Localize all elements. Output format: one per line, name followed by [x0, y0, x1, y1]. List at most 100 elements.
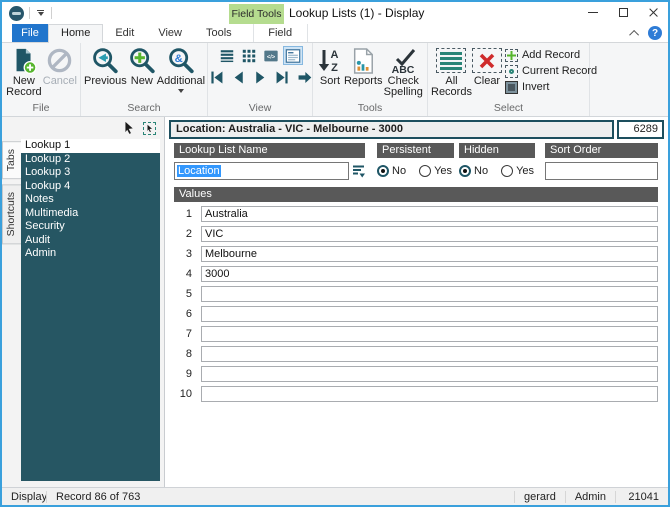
new-search-icon [127, 45, 157, 76]
value-input-6[interactable] [201, 306, 658, 322]
grid-view-icon [242, 49, 256, 62]
add-record-select-button[interactable]: Add Record [504, 47, 597, 63]
close-button[interactable] [638, 2, 668, 23]
form-view-button[interactable] [283, 46, 303, 65]
previous-record-icon [234, 71, 243, 84]
persistent-yes-radio[interactable]: Yes [419, 165, 452, 177]
persistent-no-radio[interactable]: No [377, 165, 406, 177]
radio-checked-icon [377, 165, 389, 177]
check-spelling-label: Check Spelling [383, 75, 423, 98]
value-input-10[interactable] [201, 386, 658, 402]
tab-tools[interactable]: Tools [194, 24, 244, 42]
value-input-3[interactable] [201, 246, 658, 262]
value-row: 1 [174, 206, 658, 222]
tab-field[interactable]: Field [252, 24, 308, 42]
list-view-button[interactable] [217, 46, 237, 65]
app-logo-icon[interactable] [9, 5, 24, 21]
collapse-ribbon-icon[interactable] [629, 29, 640, 40]
autocomplete-icon[interactable] [352, 164, 365, 178]
first-record-button[interactable] [206, 68, 226, 87]
code-view-button[interactable]: </> [261, 46, 281, 65]
vertical-tab-tabs[interactable]: Tabs [2, 141, 21, 180]
all-records-button[interactable]: All Records [431, 44, 472, 98]
value-input-8[interactable] [201, 346, 658, 362]
goto-record-icon [298, 71, 311, 84]
pointer-tool-icon[interactable] [123, 121, 136, 135]
new-record-button[interactable]: New Record [5, 44, 43, 98]
sidebar-item-security[interactable]: Security [21, 220, 160, 234]
tab-edit[interactable]: Edit [103, 24, 146, 42]
vertical-tab-shortcuts[interactable]: Shortcuts [2, 184, 21, 245]
divider [29, 7, 30, 19]
value-input-4[interactable] [201, 266, 658, 282]
grid-view-button[interactable] [239, 46, 259, 65]
value-row: 7 [174, 326, 658, 342]
value-row: 4 [174, 266, 658, 282]
value-input-1[interactable] [201, 206, 658, 222]
group-label-select: Select [493, 102, 524, 114]
record-header: Location: Australia - VIC - Melbourne - … [169, 120, 614, 139]
value-row-number: 5 [185, 288, 192, 300]
radio-checked-icon [459, 165, 471, 177]
hidden-header: Hidden [459, 143, 535, 158]
tab-view[interactable]: View [146, 24, 194, 42]
additional-search-button[interactable]: & Additional [157, 44, 205, 93]
help-icon[interactable]: ? [648, 26, 662, 40]
select-region-tool-icon[interactable] [143, 121, 156, 135]
invert-selection-button[interactable]: Invert [504, 79, 597, 95]
sidebar-item-lookup-4[interactable]: Lookup 4 [21, 180, 160, 194]
lookup-list-name-input[interactable]: Location [174, 162, 349, 180]
status-record-info: Record 86 of 763 [56, 490, 141, 503]
invert-selection-icon [504, 80, 518, 94]
current-record-select-button[interactable]: Current Record [504, 63, 597, 79]
sort-button[interactable]: AZ Sort [316, 44, 344, 87]
quick-access-customize-icon[interactable] [35, 8, 46, 19]
dropdown-caret-icon [177, 89, 184, 93]
tab-home[interactable]: Home [48, 24, 104, 43]
minimize-button[interactable] [578, 2, 608, 23]
sidebar-item-audit[interactable]: Audit [21, 234, 160, 248]
maximize-button[interactable] [608, 2, 638, 23]
new-record-label: New Record [6, 75, 42, 98]
value-input-9[interactable] [201, 366, 658, 382]
sidebar-item-lookup-3[interactable]: Lookup 3 [21, 166, 160, 180]
maximize-icon [618, 8, 628, 17]
cancel-label: Cancel [42, 75, 77, 87]
svg-text:&: & [175, 52, 183, 64]
previous-record-button[interactable] [228, 68, 248, 87]
value-input-2[interactable] [201, 226, 658, 242]
next-record-button[interactable] [250, 68, 270, 87]
additional-search-label: Additional [156, 75, 206, 87]
check-spelling-icon: ABC [388, 45, 418, 76]
status-user: gerard [524, 490, 556, 503]
last-record-icon [276, 71, 288, 84]
reports-button[interactable]: Reports [344, 44, 382, 87]
hidden-yes-radio[interactable]: Yes [501, 165, 534, 177]
value-row: 6 [174, 306, 658, 322]
clear-selection-button[interactable]: Clear [471, 44, 502, 87]
sidebar-tab-list: Lookup 1 Lookup 2 Lookup 3 Lookup 4 Note… [21, 139, 160, 481]
value-input-7[interactable] [201, 326, 658, 342]
sidebar-item-multimedia[interactable]: Multimedia [21, 207, 160, 221]
new-search-button[interactable]: New [127, 44, 157, 87]
previous-search-button[interactable]: Previous [84, 44, 127, 87]
tab-file[interactable]: File [12, 24, 48, 42]
sidebar-item-admin[interactable]: Admin [21, 247, 160, 261]
sort-icon: AZ [317, 45, 343, 76]
sidebar-item-notes[interactable]: Notes [21, 193, 160, 207]
check-spelling-button[interactable]: ABC Check Spelling [382, 44, 424, 98]
goto-record-button[interactable] [294, 68, 314, 87]
sort-order-input[interactable] [545, 162, 658, 180]
hidden-no-radio[interactable]: No [459, 165, 488, 177]
last-record-button[interactable] [272, 68, 292, 87]
lookup-list-name-header: Lookup List Name [174, 143, 365, 158]
sidebar-item-lookup-1[interactable]: Lookup 1 [21, 139, 160, 153]
svg-text:A: A [330, 49, 338, 61]
group-label-file: File [32, 102, 50, 114]
cancel-button[interactable]: Cancel [43, 44, 77, 87]
ribbon-tab-row: File Home Edit View Tools Field ? [2, 24, 668, 43]
value-input-5[interactable] [201, 286, 658, 302]
sidebar-item-lookup-2[interactable]: Lookup 2 [21, 153, 160, 167]
group-label-search: Search [127, 102, 161, 114]
cancel-icon [46, 45, 73, 76]
